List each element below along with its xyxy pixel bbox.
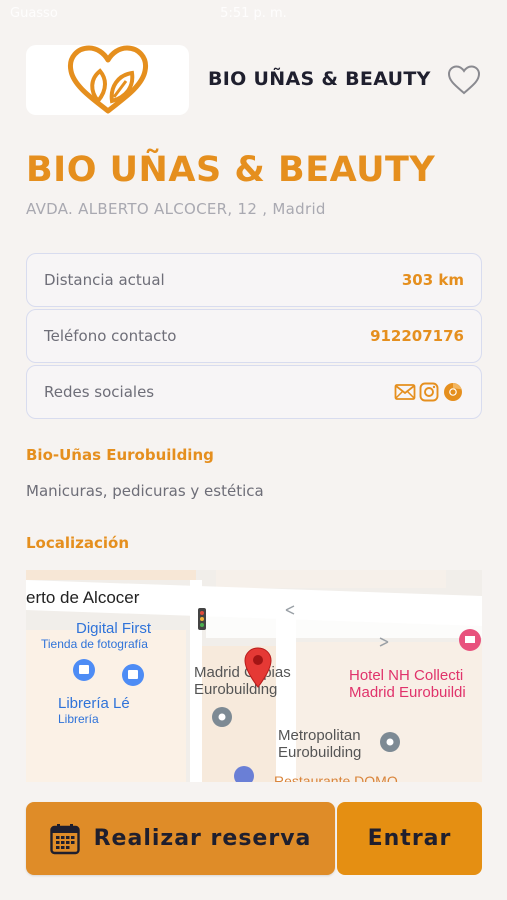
center-description: Manicuras, pedicuras y estética [26,482,264,500]
phone-label: Teléfono contacto [44,327,177,345]
map-place1-name: Digital First [76,620,152,637]
distance-label: Distancia actual [44,271,165,289]
social-row: Redes sociales [26,365,482,419]
map-place1-type: Tienda de fotografía [41,637,148,651]
business-logo [26,45,189,115]
shop-pin-2 [122,664,144,686]
enter-button[interactable]: Entrar [337,802,482,875]
map-hotel-line1: Hotel NH Collecti [349,667,464,684]
heart-logo-icon [67,45,148,114]
favorite-heart-icon [447,65,481,95]
map-place2-type: Librería [58,712,99,726]
center-name: Bio-Uñas Eurobuilding [26,446,214,464]
location-title: Localización [26,534,130,552]
map-pin-icon [244,647,272,688]
web-icon[interactable] [442,381,464,403]
map-hotel-line2: Madrid Eurobuildi [349,684,466,701]
phone-row[interactable]: Teléfono contacto 912207176 [26,309,482,363]
map-place2-name: Librería Lé [58,695,130,712]
map-metro-line1: Metropolitan [278,727,361,744]
email-icon[interactable] [394,381,416,403]
status-time: 5:51 p. m. [220,6,287,21]
social-icons [394,381,464,403]
favorite-button[interactable] [444,62,484,98]
location-map[interactable]: erto de Alcocer Digital First Tienda de … [26,570,482,782]
business-title: BIO UÑAS & BEAUTY [26,150,436,190]
map-street-label: erto de Alcocer [26,588,140,607]
shop-pin-1 [73,659,95,681]
business-address: AVDA. ALBERTO ALCOCER, 12 , Madrid [26,200,326,218]
distance-value: 303 km [401,271,464,289]
header-business-name: BIO UÑAS & BEAUTY [208,68,431,90]
social-label: Redes sociales [44,383,155,401]
enter-button-label: Entrar [367,826,452,851]
distance-row: Distancia actual 303 km [26,253,482,307]
status-bar: Guasso 5:51 p. m. [0,0,507,30]
phone-value[interactable]: 912207176 [370,327,464,345]
reserve-button-label: Realizar reserva [93,826,312,851]
reserve-button[interactable]: Realizar reserva [26,802,335,875]
map-metro-line2: Eurobuilding [278,744,362,761]
map-restaurant: Restaurante DOMO [274,773,398,782]
instagram-icon[interactable] [418,381,440,403]
calendar-icon [49,823,80,854]
